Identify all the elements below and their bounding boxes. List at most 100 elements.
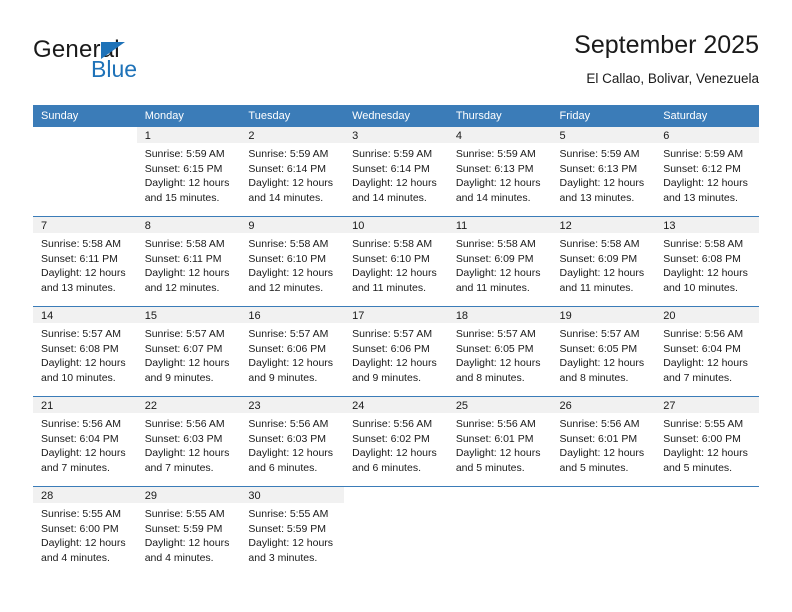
- sunset-text: Sunset: 6:10 PM: [248, 252, 327, 265]
- weekday-header-monday: Monday: [136, 105, 241, 127]
- day-cell[interactable]: 18 Sunrise: 5:57 AM Sunset: 6:05 PM Dayligh…: [447, 306, 552, 397]
- day-number: 3: [344, 127, 448, 143]
- general-blue-logo[interactable]: General Blue: [33, 30, 263, 92]
- daylight-text-line1: Daylight: 12 hours: [352, 177, 437, 190]
- sunset-text: Sunset: 6:06 PM: [248, 342, 327, 355]
- day-cell[interactable]: 8 Sunrise: 5:58 AM Sunset: 6:11 PM Daylight…: [136, 216, 241, 307]
- sunrise-text: Sunrise: 5:56 AM: [559, 418, 640, 430]
- sunset-text: Sunset: 6:09 PM: [559, 252, 638, 265]
- sunset-text: Sunset: 6:00 PM: [41, 522, 119, 535]
- day-number: 23: [240, 397, 345, 413]
- sunrise-text: Sunrise: 5:55 AM: [41, 508, 121, 520]
- weekday-header-friday: Friday: [551, 105, 656, 127]
- day-cell[interactable]: [447, 486, 552, 576]
- daylight-text-line1: Daylight: 12 hours: [663, 267, 748, 280]
- day-cell[interactable]: 24 Sunrise: 5:56 AM Sunset: 6:02 PM Dayligh…: [344, 396, 448, 487]
- day-cell[interactable]: [655, 486, 759, 576]
- daylight-text-line1: Daylight: 12 hours: [248, 267, 334, 280]
- daylight-text-line2: and 10 minutes.: [41, 371, 116, 384]
- day-cell[interactable]: 29 Sunrise: 5:55 AM Sunset: 5:59 PM Dayligh…: [136, 486, 241, 576]
- sunset-text: Sunset: 6:07 PM: [144, 342, 223, 355]
- day-cell[interactable]: 30 Sunrise: 5:55 AM Sunset: 5:59 PM Dayligh…: [240, 486, 345, 576]
- day-number: [447, 487, 552, 503]
- day-cell[interactable]: 6 Sunrise: 5:59 AM Sunset: 6:12 PM Daylight…: [655, 127, 759, 217]
- day-cell[interactable]: [344, 486, 448, 576]
- daylight-text-line2: and 13 minutes.: [559, 191, 635, 204]
- day-cell[interactable]: 19 Sunrise: 5:57 AM Sunset: 6:05 PM Dayligh…: [551, 306, 656, 397]
- calendar-header: Sunday Monday Tuesday Wednesday Thursday…: [33, 105, 759, 127]
- sunset-text: Sunset: 6:04 PM: [663, 342, 741, 355]
- day-cell[interactable]: 11 Sunrise: 5:58 AM Sunset: 6:09 PM Dayligh…: [447, 216, 552, 307]
- daylight-text-line2: and 7 minutes.: [144, 461, 214, 474]
- daylight-text-line2: and 14 minutes.: [455, 191, 531, 204]
- day-cell[interactable]: 25 Sunrise: 5:56 AM Sunset: 6:01 PM Dayligh…: [447, 396, 552, 487]
- daylight-text-line1: Daylight: 12 hours: [559, 267, 645, 280]
- sunrise-text: Sunrise: 5:58 AM: [663, 238, 744, 250]
- daylight-text-line1: Daylight: 12 hours: [663, 177, 748, 190]
- day-number: 1: [136, 127, 241, 143]
- day-number: 24: [344, 397, 448, 413]
- sunset-text: Sunset: 6:12 PM: [663, 162, 741, 175]
- day-number: 18: [447, 307, 552, 323]
- day-cell[interactable]: [33, 127, 137, 217]
- month-calendar: Sunday Monday Tuesday Wednesday Thursday…: [33, 105, 759, 576]
- day-cell[interactable]: 3 Sunrise: 5:59 AM Sunset: 6:14 PM Daylight…: [344, 127, 448, 217]
- daylight-text-line2: and 14 minutes.: [248, 191, 324, 204]
- daylight-text-line2: and 9 minutes.: [144, 371, 214, 384]
- day-cell[interactable]: 23 Sunrise: 5:56 AM Sunset: 6:03 PM Dayligh…: [240, 396, 345, 487]
- day-cell[interactable]: 10 Sunrise: 5:58 AM Sunset: 6:10 PM Dayligh…: [344, 216, 448, 307]
- sunrise-text: Sunrise: 5:59 AM: [663, 148, 744, 160]
- sunrise-text: Sunrise: 5:57 AM: [248, 328, 329, 340]
- day-cell[interactable]: 12 Sunrise: 5:58 AM Sunset: 6:09 PM Dayligh…: [551, 216, 656, 307]
- day-number: [344, 487, 448, 503]
- sunrise-text: Sunrise: 5:55 AM: [144, 508, 225, 520]
- day-number: 29: [136, 487, 241, 503]
- sunset-text: Sunset: 6:00 PM: [663, 432, 741, 445]
- day-cell[interactable]: 17 Sunrise: 5:57 AM Sunset: 6:06 PM Dayligh…: [344, 306, 448, 397]
- daylight-text-line2: and 11 minutes.: [455, 281, 530, 294]
- day-cell[interactable]: 16 Sunrise: 5:57 AM Sunset: 6:06 PM Dayligh…: [240, 306, 345, 397]
- day-number: [655, 487, 759, 503]
- sunrise-text: Sunrise: 5:56 AM: [352, 418, 433, 430]
- day-cell[interactable]: 26 Sunrise: 5:56 AM Sunset: 6:01 PM Dayligh…: [551, 396, 656, 487]
- daylight-text-line1: Daylight: 12 hours: [559, 357, 645, 370]
- day-cell[interactable]: 27 Sunrise: 5:55 AM Sunset: 6:00 PM Dayligh…: [655, 396, 759, 487]
- day-cell[interactable]: 13 Sunrise: 5:58 AM Sunset: 6:08 PM Dayligh…: [655, 216, 759, 307]
- sunset-text: Sunset: 6:08 PM: [663, 252, 741, 265]
- day-cell[interactable]: 20 Sunrise: 5:56 AM Sunset: 6:04 PM Dayligh…: [655, 306, 759, 397]
- sunrise-text: Sunrise: 5:55 AM: [248, 508, 329, 520]
- daylight-text-line1: Daylight: 12 hours: [559, 177, 645, 190]
- day-cell[interactable]: 5 Sunrise: 5:59 AM Sunset: 6:13 PM Daylight…: [551, 127, 656, 217]
- day-number: 17: [344, 307, 448, 323]
- day-cell[interactable]: 15 Sunrise: 5:57 AM Sunset: 6:07 PM Dayligh…: [136, 306, 241, 397]
- daylight-text-line1: Daylight: 12 hours: [248, 447, 334, 460]
- title-block: September 2025 El Callao, Bolivar, Venez…: [574, 30, 759, 89]
- day-cell[interactable]: 22 Sunrise: 5:56 AM Sunset: 6:03 PM Dayligh…: [136, 396, 241, 487]
- day-cell[interactable]: 14 Sunrise: 5:57 AM Sunset: 6:08 PM Dayligh…: [33, 306, 137, 397]
- day-cell[interactable]: 1 Sunrise: 5:59 AM Sunset: 6:15 PM Daylight…: [136, 127, 241, 217]
- daylight-text-line2: and 8 minutes.: [455, 371, 525, 384]
- weekday-header-wednesday: Wednesday: [344, 105, 448, 127]
- daylight-text-line2: and 12 minutes.: [248, 281, 324, 294]
- sunset-text: Sunset: 6:14 PM: [248, 162, 327, 175]
- day-cell[interactable]: 21 Sunrise: 5:56 AM Sunset: 6:04 PM Dayligh…: [33, 396, 137, 487]
- daylight-text-line1: Daylight: 12 hours: [559, 447, 645, 460]
- day-cell[interactable]: 4 Sunrise: 5:59 AM Sunset: 6:13 PM Daylight…: [447, 127, 552, 217]
- day-number: 9: [240, 217, 345, 233]
- daylight-text-line1: Daylight: 12 hours: [455, 177, 541, 190]
- sunset-text: Sunset: 5:59 PM: [144, 522, 223, 535]
- sunset-text: Sunset: 6:01 PM: [455, 432, 534, 445]
- daylight-text-line1: Daylight: 12 hours: [352, 267, 437, 280]
- day-cell[interactable]: 28 Sunrise: 5:55 AM Sunset: 6:00 PM Dayligh…: [33, 486, 137, 576]
- day-number: 6: [655, 127, 759, 143]
- day-cell[interactable]: [551, 486, 656, 576]
- sunset-text: Sunset: 6:08 PM: [41, 342, 119, 355]
- day-cell[interactable]: 2 Sunrise: 5:59 AM Sunset: 6:14 PM Daylight…: [240, 127, 345, 217]
- daylight-text-line2: and 6 minutes.: [248, 461, 318, 474]
- location-subtitle: El Callao, Bolivar, Venezuela: [586, 71, 759, 86]
- day-number: 10: [344, 217, 448, 233]
- day-number: 26: [551, 397, 656, 413]
- day-cell[interactable]: 9 Sunrise: 5:58 AM Sunset: 6:10 PM Daylight…: [240, 216, 345, 307]
- sunrise-text: Sunrise: 5:58 AM: [352, 238, 433, 250]
- day-cell[interactable]: 7 Sunrise: 5:58 AM Sunset: 6:11 PM Daylight…: [33, 216, 137, 307]
